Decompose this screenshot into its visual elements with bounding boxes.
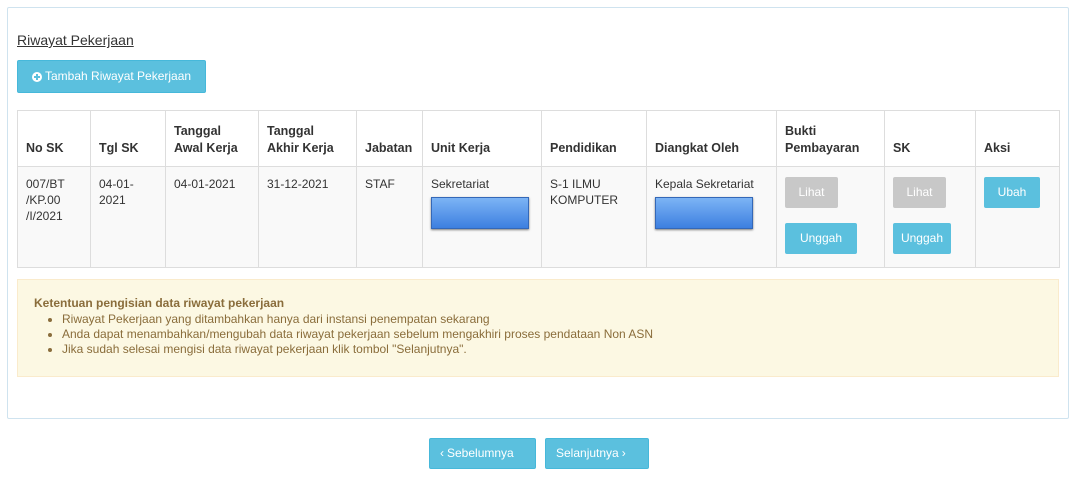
no-sk-line1: 007/BT <box>26 177 65 191</box>
redaction-box <box>655 197 753 229</box>
previous-label: Sebelumnya <box>447 446 514 460</box>
header-unit-kerja: Unit Kerja <box>422 110 542 167</box>
cell-bukti-pembayaran: Lihat Unggah <box>776 166 885 268</box>
cell-tgl-akhir: 31-12-2021 <box>258 166 357 268</box>
notice-item: Jika sudah selesai mengisi data riwayat … <box>62 342 1042 357</box>
cell-tgl-awal: 04-01-2021 <box>165 166 259 268</box>
header-bukti-pembayaran: Bukti Pembayaran <box>776 110 885 167</box>
table-row: 007/BT /KP.00 /I/2021 04-01-2021 04-01-2… <box>17 166 1060 268</box>
chevron-right-icon: › <box>621 446 626 460</box>
section-title: Riwayat Pekerjaan <box>17 32 134 48</box>
ubah-button[interactable]: Ubah <box>984 177 1040 208</box>
cell-sk: Lihat Unggah <box>884 166 976 268</box>
cell-jabatan: STAF <box>356 166 423 268</box>
header-bukti-line1: Bukti <box>785 124 817 138</box>
header-tanggal-akhir: Tanggal Akhir Kerja <box>258 110 357 167</box>
header-tanggal-akhir-line2: Akhir Kerja <box>267 141 334 155</box>
pendidikan-line1: S-1 ILMU <box>550 177 601 191</box>
plus-circle-icon <box>32 71 42 82</box>
header-diangkat-oleh: Diangkat Oleh <box>646 110 777 167</box>
header-aksi: Aksi <box>975 110 1060 167</box>
cell-unit-kerja: Sekretariat <box>422 166 542 268</box>
notice-box: Ketentuan pengisian data riwayat pekerja… <box>17 279 1059 377</box>
cell-aksi: Ubah <box>975 166 1060 268</box>
header-bukti-line2: Pembayaran <box>785 141 860 155</box>
header-no-sk: No SK <box>17 110 91 167</box>
notice-item: Riwayat Pekerjaan yang ditambahkan hanya… <box>62 312 1042 327</box>
header-tanggal-awal: Tanggal Awal Kerja <box>165 110 259 167</box>
sk-lihat-button[interactable]: Lihat <box>893 177 946 208</box>
cell-tgl-sk: 04-01-2021 <box>90 166 166 268</box>
chevron-left-icon: ‹ <box>440 446 444 460</box>
header-tanggal-awal-line2: Awal Kerja <box>174 141 238 155</box>
header-pendidikan: Pendidikan <box>541 110 647 167</box>
sk-unggah-button[interactable]: Unggah <box>893 223 951 254</box>
bukti-unggah-button[interactable]: Unggah <box>785 223 857 254</box>
notice-title: Ketentuan pengisian data riwayat pekerja… <box>34 296 285 310</box>
add-work-history-button[interactable]: Tambah Riwayat Pekerjaan <box>17 60 207 93</box>
cell-diangkat-oleh: Kepala Sekretariat <box>646 166 777 268</box>
notice-item: Anda dapat menambahkan/mengubah data riw… <box>62 327 1042 342</box>
diangkat-oleh-text: Kepala Sekretariat <box>655 177 754 191</box>
header-tanggal-awal-line1: Tanggal <box>174 124 221 138</box>
work-history-table: No SK Tgl SK Tanggal Awal Kerja Tanggal Ak… <box>17 110 1060 268</box>
bukti-lihat-button[interactable]: Lihat <box>785 177 838 208</box>
next-button[interactable]: Selanjutnya › <box>545 438 649 469</box>
header-jabatan: Jabatan <box>356 110 423 167</box>
header-tgl-sk: Tgl SK <box>90 110 166 167</box>
notice-list: Riwayat Pekerjaan yang ditambahkan hanya… <box>34 312 1042 357</box>
no-sk-line3: /I/2021 <box>26 209 63 223</box>
previous-button[interactable]: ‹ Sebelumnya <box>429 438 536 469</box>
no-sk-line2: /KP.00 <box>26 193 61 207</box>
redaction-box <box>431 197 529 229</box>
table-header-row: No SK Tgl SK Tanggal Awal Kerja Tanggal Ak… <box>17 110 1060 167</box>
cell-pendidikan: S-1 ILMU KOMPUTER <box>541 166 647 268</box>
add-button-label: Tambah Riwayat Pekerjaan <box>45 69 192 83</box>
header-sk: SK <box>884 110 976 167</box>
unit-kerja-text: Sekretariat <box>431 177 490 191</box>
content-panel: Riwayat Pekerjaan Tambah Riwayat Pekerja… <box>7 7 1069 419</box>
cell-no-sk: 007/BT /KP.00 /I/2021 <box>17 166 91 268</box>
next-label: Selanjutnya <box>556 446 619 460</box>
header-tanggal-akhir-line1: Tanggal <box>267 124 314 138</box>
pendidikan-line2: KOMPUTER <box>550 193 619 207</box>
